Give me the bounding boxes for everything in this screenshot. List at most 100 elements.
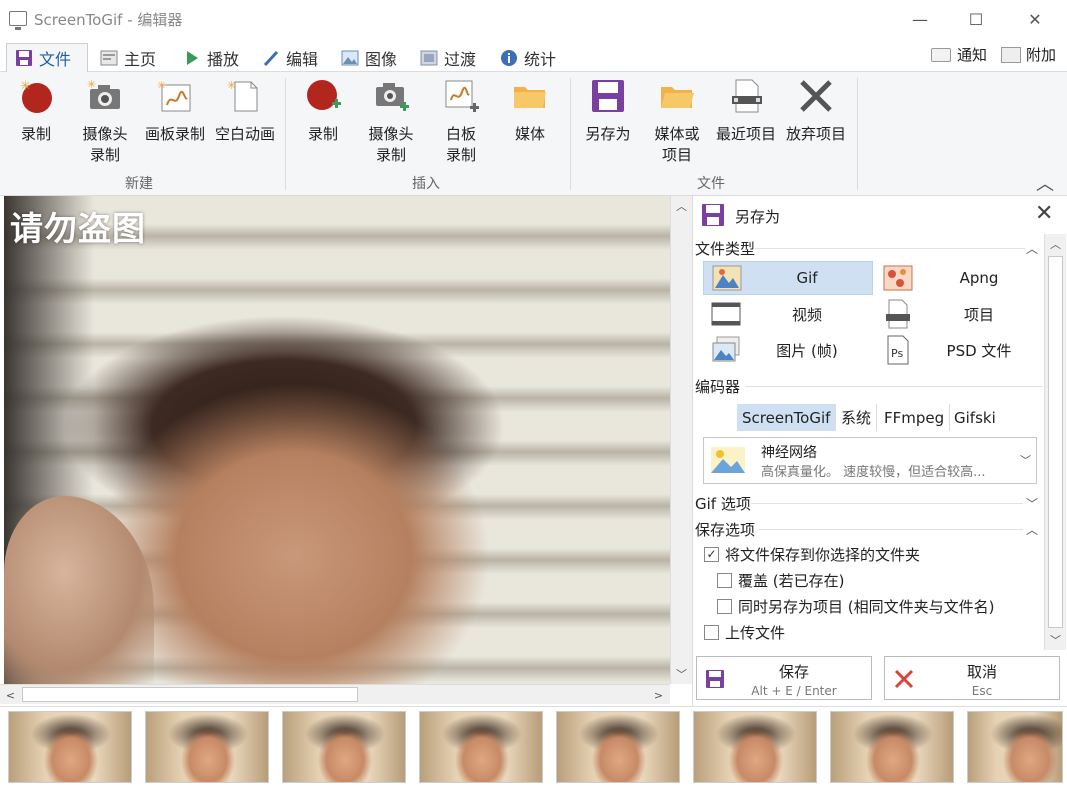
filetype-gif[interactable]: Gif — [703, 261, 873, 295]
filetype-label: Apng — [959, 269, 999, 287]
checkbox[interactable] — [717, 599, 732, 614]
minimize-button[interactable]: — — [897, 0, 943, 38]
insert-whiteboard-button[interactable]: 白板 录制 — [438, 78, 484, 166]
group-separator — [285, 78, 286, 190]
tab-statistics[interactable]: 统计 — [492, 43, 564, 73]
tab-play[interactable]: 播放 — [175, 43, 247, 73]
scroll-thumb[interactable] — [1048, 256, 1063, 628]
scroll-left-icon[interactable]: < — [0, 685, 21, 705]
tab-edit[interactable]: 编辑 — [254, 43, 326, 73]
canvas-hand-region — [4, 496, 154, 684]
checkbox-checked[interactable]: ✓ — [704, 547, 719, 562]
button-label: 最近项目 — [715, 125, 776, 143]
new-record-button[interactable]: ✳ 录制 — [14, 78, 58, 145]
button-label: 录制 — [375, 146, 406, 164]
save-label: 保存 — [778, 663, 809, 681]
save-as-panel: 另存为 ✕ 文件类型 ︿ Gif Apng 视频 项目 图片 (帧) Ps PS… — [692, 196, 1067, 706]
tab-image[interactable]: 图像 — [333, 43, 405, 73]
new-board-button[interactable]: ✳ 画板录制 — [140, 78, 210, 145]
apng-image-icon — [883, 263, 913, 293]
new-blank-button[interactable]: ✳ 空白动画 — [210, 78, 280, 145]
button-label: 媒体或 — [654, 125, 700, 143]
frame-thumbnail[interactable] — [282, 711, 406, 783]
cancel-label: 取消 — [966, 663, 997, 681]
filetype-apng[interactable]: Apng — [875, 261, 1045, 295]
insert-record-button[interactable]: 录制 — [301, 78, 345, 145]
transition-icon — [420, 49, 438, 67]
frame-thumbnail[interactable] — [145, 711, 269, 783]
button-label: 录制 — [89, 146, 120, 164]
filetype-project[interactable]: 项目 — [875, 297, 1045, 331]
encoder-screentogif[interactable]: ScreenToGif — [737, 404, 837, 431]
encoder-ffmpeg[interactable]: FFmpeg — [879, 404, 951, 431]
floppy-icon — [15, 49, 33, 67]
pencil-icon — [262, 49, 280, 67]
notifications-button[interactable]: 通知 — [931, 44, 987, 65]
button-label: 另存为 — [585, 125, 631, 143]
panel-title: 另存为 — [735, 208, 781, 226]
encoder-gifski[interactable]: Gifski — [949, 404, 1001, 431]
frame-thumbnail[interactable] — [830, 711, 954, 783]
scroll-up-icon[interactable]: ︿ — [671, 196, 692, 216]
scroll-down-icon[interactable]: ﹀ — [1045, 630, 1066, 650]
filetype-psd[interactable]: Ps PSD 文件 — [875, 333, 1045, 367]
option-save-to-folder[interactable]: ✓ 将文件保存到你选择的文件夹 — [704, 544, 920, 565]
checkbox[interactable] — [717, 573, 732, 588]
frame-thumbnail[interactable] — [967, 711, 1063, 783]
scroll-right-icon[interactable]: > — [648, 685, 669, 705]
new-webcam-button[interactable]: ✳ 摄像头 录制 — [78, 78, 132, 166]
record-icon: ✳ — [18, 78, 54, 114]
cancel-button[interactable]: 取消 Esc — [884, 656, 1060, 700]
option-upload-file[interactable]: 上传文件 — [704, 622, 785, 643]
save-button[interactable]: 保存 Alt + E / Enter — [696, 656, 872, 700]
project-file-icon — [883, 299, 913, 329]
option-save-as-project[interactable]: 同时另存为项目 (相同文件夹与文件名) — [717, 596, 994, 617]
button-label: 项目 — [661, 146, 692, 164]
board-icon: ✳ — [157, 78, 193, 114]
panel-vertical-scrollbar[interactable]: ︿ ﹀ — [1044, 234, 1066, 650]
checkbox[interactable] — [704, 625, 719, 640]
scroll-down-icon[interactable]: ﹀ — [671, 664, 692, 684]
option-label: 同时另存为项目 (相同文件夹与文件名) — [738, 598, 995, 616]
tab-transition[interactable]: 过渡 — [412, 43, 484, 73]
images-stack-icon — [711, 335, 741, 365]
extras-button[interactable]: 附加 — [1001, 44, 1056, 65]
filetype-images[interactable]: 图片 (帧) — [703, 333, 873, 367]
frame-thumbnail[interactable] — [693, 711, 817, 783]
insert-webcam-button[interactable]: 摄像头 录制 — [364, 78, 418, 166]
frame-thumbnail[interactable] — [8, 711, 132, 783]
collapse-chevron-up-icon[interactable]: ︿ — [1026, 521, 1038, 538]
section-divider — [751, 503, 1023, 504]
record-add-icon — [305, 78, 341, 114]
tab-home[interactable]: 主页 — [92, 43, 164, 73]
scroll-up-icon[interactable]: ︿ — [1045, 234, 1066, 254]
tab-label: 编辑 — [286, 50, 319, 69]
panel-close-icon[interactable]: ✕ — [1035, 201, 1053, 226]
recent-projects-button[interactable]: 最近项目 — [712, 78, 780, 145]
encoder-system[interactable]: 系统 — [836, 404, 878, 431]
encoder-preset-dropdown[interactable]: 神经网络 高保真量化。 速度较慢，但适合较高... ﹀ — [703, 437, 1037, 484]
insert-media-button[interactable]: 媒体 — [508, 78, 552, 145]
open-media-project-button[interactable]: 媒体或 项目 — [650, 78, 704, 166]
option-overwrite[interactable]: 覆盖 (若已存在) — [717, 570, 844, 591]
frame-thumbnail[interactable] — [556, 711, 680, 783]
collapse-chevron-up-icon[interactable]: ︿ — [1026, 240, 1038, 257]
blank-icon: ✳ — [227, 78, 263, 114]
notification-icon — [931, 47, 951, 62]
image-icon — [341, 49, 359, 67]
filetype-video[interactable]: 视频 — [703, 297, 873, 331]
frame-canvas[interactable]: 请勿盗图 — [4, 196, 670, 684]
discard-project-button[interactable]: 放弃项目 — [782, 78, 850, 145]
canvas-vertical-scrollbar[interactable]: ︿ ﹀ — [670, 196, 692, 684]
frame-thumbnail[interactable] — [419, 711, 543, 783]
scroll-thumb[interactable] — [22, 687, 358, 702]
close-button[interactable]: ✕ — [1012, 0, 1058, 38]
window-title: ScreenToGif - 编辑器 — [34, 11, 183, 29]
expand-chevron-down-icon[interactable]: ﹀ — [1026, 495, 1038, 512]
canvas-horizontal-scrollbar[interactable]: < > — [0, 684, 670, 704]
save-as-button[interactable]: 另存为 — [582, 78, 634, 145]
maximize-button[interactable]: ☐ — [953, 0, 999, 38]
tab-file[interactable]: 文件 — [6, 43, 88, 73]
collapse-ribbon-chevron-up-icon[interactable]: ︿ — [1036, 170, 1054, 196]
camera-icon: ✳ — [87, 78, 123, 114]
